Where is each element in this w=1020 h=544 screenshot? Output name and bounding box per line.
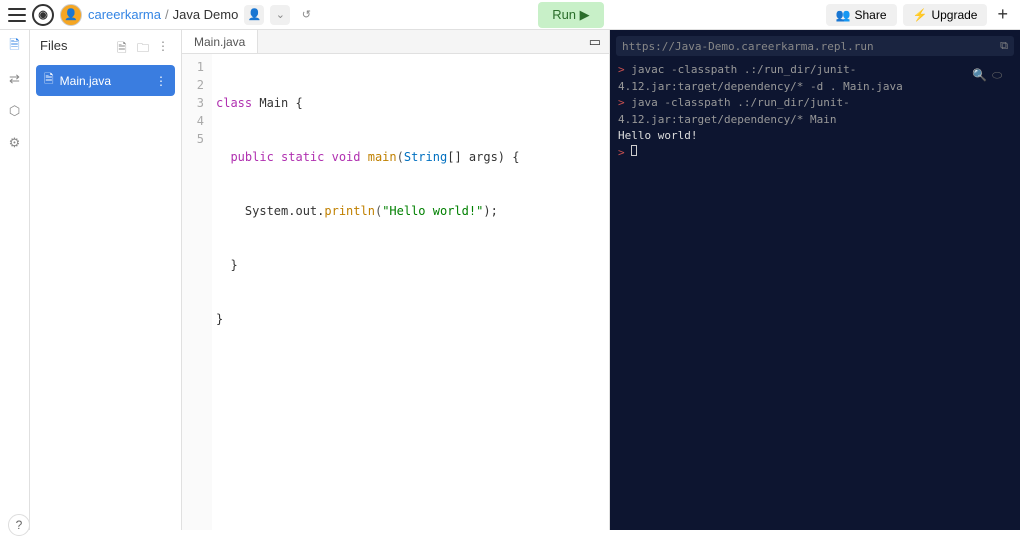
console-url-bar[interactable]: https://Java-Demo.careerkarma.repl.run ⧉ <box>616 36 1014 56</box>
settings-icon[interactable]: ⚙ <box>6 134 24 152</box>
editor-panel: Main.java ▭ 1 2 3 4 5 class Main { publi… <box>182 30 610 530</box>
logo-icon: ◉ <box>32 4 54 26</box>
chevron-down-icon[interactable]: ⌄ <box>270 5 290 25</box>
layout-icon[interactable]: ▭ <box>581 34 609 50</box>
open-external-icon[interactable]: ⧉ <box>1000 39 1008 53</box>
breadcrumb: careerkarma / Java Demo <box>88 7 238 22</box>
console-panel: https://Java-Demo.careerkarma.repl.run ⧉… <box>610 30 1020 530</box>
file-more-icon[interactable]: ⋮ <box>155 74 167 88</box>
menu-icon[interactable] <box>8 8 26 22</box>
add-icon[interactable]: + <box>993 4 1012 25</box>
code-editor[interactable]: 1 2 3 4 5 class Main { public static voi… <box>182 54 609 530</box>
version-icon[interactable]: ⇄ <box>6 70 24 88</box>
code-text[interactable]: class Main { public static void main(Str… <box>212 54 519 530</box>
files-icon[interactable]: 🗎 <box>6 38 24 56</box>
help-button[interactable]: ? <box>8 514 30 536</box>
console-output[interactable]: > javac -classpath .:/run_dir/junit-4.12… <box>610 62 1020 161</box>
tool-rail: 🗎 ⇄ ⬡ ⚙ <box>0 30 30 530</box>
new-file-icon[interactable]: 🗎 <box>117 39 131 53</box>
console-toggle-icon[interactable]: ⬭ <box>992 68 1006 82</box>
tab-main[interactable]: Main.java <box>182 30 258 53</box>
console-search-icon[interactable]: 🔍 <box>972 68 986 82</box>
project-name: Java Demo <box>173 7 239 22</box>
files-title: Files <box>40 38 111 53</box>
owner-link[interactable]: careerkarma <box>88 7 161 22</box>
file-icon: 🗎 <box>44 70 54 91</box>
visibility-icon[interactable]: 👤 <box>244 5 264 25</box>
file-item-main[interactable]: 🗎 Main.java ⋮ <box>36 65 175 96</box>
more-icon[interactable]: ⋮ <box>157 39 171 53</box>
packages-icon[interactable]: ⬡ <box>6 102 24 120</box>
history-icon[interactable]: ↺ <box>296 5 316 25</box>
avatar[interactable]: 👤 <box>60 4 82 26</box>
run-button[interactable]: Run ▶ <box>538 2 603 28</box>
upgrade-button[interactable]: ⚡ Upgrade <box>903 4 988 26</box>
file-label: Main.java <box>60 74 111 88</box>
line-gutter: 1 2 3 4 5 <box>182 54 212 530</box>
file-panel: Files 🗎 🗀 ⋮ 🗎 Main.java ⋮ <box>30 30 182 530</box>
new-folder-icon[interactable]: 🗀 <box>137 39 151 53</box>
console-url: https://Java-Demo.careerkarma.repl.run <box>622 40 874 53</box>
share-button[interactable]: 👥 Share <box>826 4 897 26</box>
